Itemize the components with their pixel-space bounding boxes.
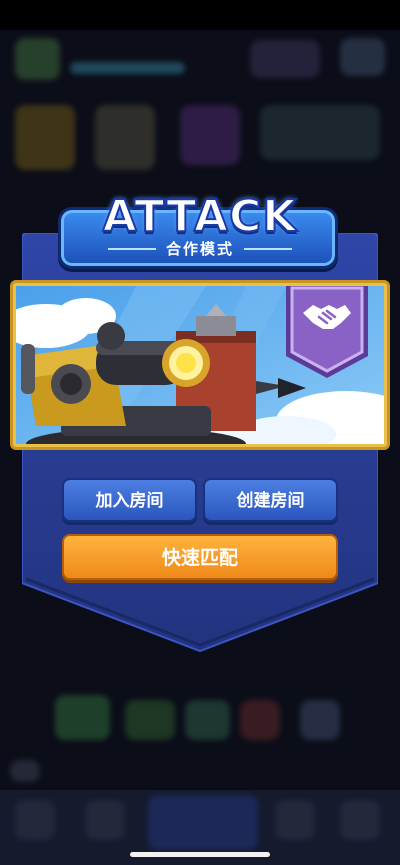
bg-nav-cards: [85, 800, 125, 840]
bg-unit-5: [300, 700, 340, 740]
join-room-button[interactable]: 加入房间: [62, 478, 197, 522]
bg-unit-2: [125, 700, 175, 740]
bg-nav-clan: [275, 800, 315, 840]
status-bar: [0, 0, 400, 30]
bg-quest: [95, 105, 155, 170]
bg-unit-4: [240, 700, 280, 740]
bg-nav-shop: [15, 800, 55, 840]
bg-menu: [340, 38, 385, 76]
bg-cards: [180, 105, 240, 165]
mode-subtitle: 合作模式: [165, 240, 234, 258]
bg-trophy: [15, 105, 75, 170]
mode-artwork: [10, 280, 390, 450]
bg-nav-battle: [148, 795, 258, 850]
bg-exp-bar: [70, 62, 185, 74]
quick-match-button[interactable]: 快速匹配: [62, 534, 338, 580]
bg-nav-events: [340, 800, 380, 840]
bg-event: [260, 105, 380, 160]
bg-unit-1: [55, 695, 110, 740]
bg-chat: [10, 760, 40, 782]
mode-title: ATTACK: [102, 190, 298, 243]
bg-unit-3: [185, 700, 230, 740]
handshake-icon: [303, 305, 351, 329]
bg-avatar: [15, 38, 60, 80]
create-room-button[interactable]: 创建房间: [203, 478, 338, 522]
home-indicator[interactable]: [130, 852, 270, 857]
bg-currency: [250, 40, 320, 78]
